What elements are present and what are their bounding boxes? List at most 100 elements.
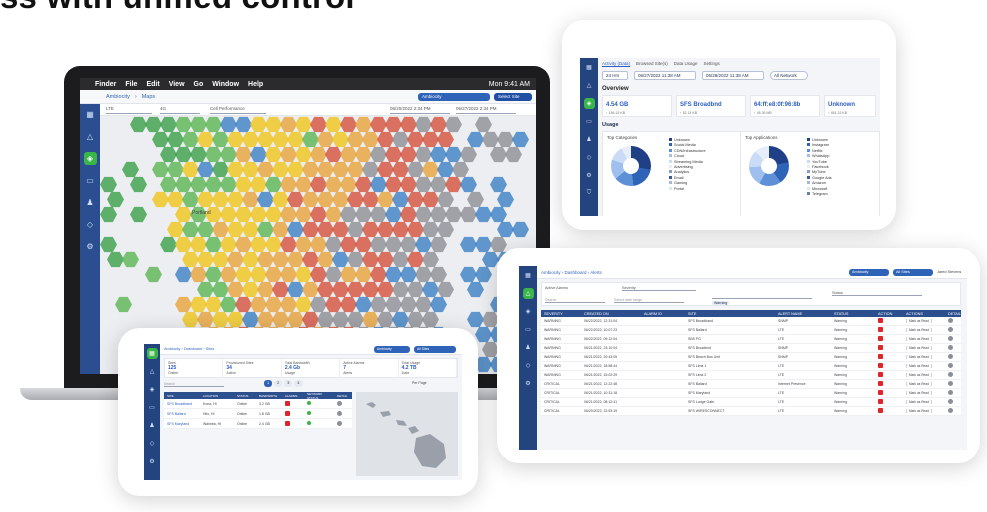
alert-flag-icon[interactable] [878, 399, 883, 404]
alert-flag-icon[interactable] [878, 390, 883, 395]
details-icon[interactable] [337, 420, 342, 426]
page-button[interactable]: 3 [284, 380, 293, 387]
mark-read-button[interactable]: Mark as Read [906, 400, 932, 404]
details-icon[interactable] [948, 345, 953, 350]
map-icon[interactable]: ◈ [83, 152, 97, 165]
breadcrumb-item[interactable]: Alerts [590, 270, 602, 275]
mark-read-button[interactable]: Mark as Read [906, 409, 932, 413]
table-row[interactable]: CRITICAL 06/21/2022, 10:31:18 SFS Maryland… [541, 389, 961, 398]
column-header[interactable]: ALERT NAME [775, 312, 831, 316]
alerts-icon[interactable]: △ [584, 80, 595, 91]
mark-read-button[interactable]: Mark as Read [906, 319, 932, 323]
column-header[interactable]: SEVERITY [541, 312, 581, 316]
table-row[interactable]: CRITICAL 06/20/2022, 22:53:19 SFS WIRESCON… [541, 407, 961, 416]
users-icon[interactable]: ♟ [523, 342, 534, 353]
table-row[interactable]: CRITICAL 06/21/2022, 12:22:48 SFS Ballard I… [541, 380, 961, 389]
table-row[interactable]: WARNING 06/21/2022, 15:02:29 SFS Lima 2 LTE… [541, 371, 961, 380]
hawaii-map[interactable] [356, 392, 458, 476]
state-filter[interactable]: Status [832, 291, 922, 296]
legend-item[interactable]: Portal [669, 186, 706, 192]
column-header[interactable]: DETAILS [945, 312, 961, 316]
alerts-icon[interactable]: △ [522, 288, 534, 299]
details-icon[interactable] [948, 408, 953, 413]
categories-donut[interactable] [611, 146, 651, 186]
site-selector[interactable]: Ambiocity [374, 346, 410, 353]
settings-icon[interactable]: ⚙ [523, 378, 534, 389]
alarm-flag-icon[interactable] [285, 420, 290, 426]
mark-read-button[interactable]: Mark as Read [906, 373, 932, 377]
menu-window[interactable]: Window [212, 81, 239, 88]
settings-icon[interactable]: ⚙ [147, 456, 158, 467]
map-icon[interactable]: ◈ [147, 384, 158, 395]
devices-icon[interactable]: ▭ [84, 174, 97, 187]
page-button[interactable]: 2 [274, 380, 283, 387]
tab-data-usage[interactable]: Data Usage [674, 61, 698, 67]
map-icon[interactable]: ◈ [523, 306, 534, 317]
tag-icon[interactable]: ◇ [584, 152, 595, 163]
details-icon[interactable] [948, 318, 953, 323]
settings-icon[interactable]: ⚙ [84, 240, 97, 253]
table-row[interactable]: SFS Maryland Waimea, HI Online 2.4 GB [164, 419, 352, 429]
band-filter[interactable]: 4G [160, 106, 200, 114]
tag-icon[interactable]: ◇ [84, 218, 97, 231]
scope-selector[interactable]: All Sites [893, 269, 933, 276]
table-row[interactable]: WARNING 06/21/2022, 23:10:04 SFS Broadbnd S… [541, 344, 961, 353]
date-from-field[interactable]: 06/20/2022 2:34 PM [390, 106, 450, 114]
end-date-field[interactable]: 06/28/2022 11:38 AM [702, 71, 764, 80]
alert-flag-icon[interactable] [878, 336, 883, 341]
metric-filter[interactable]: Cell Performance [210, 106, 266, 114]
table-row[interactable]: WARNING 06/22/2022, 12:31:04 SFS Broadband… [541, 317, 961, 326]
table-row[interactable]: SFS Broadband Kona, HI Online 3.2 GB [164, 399, 352, 409]
alert-flag-icon[interactable] [878, 327, 883, 332]
alert-flag-icon[interactable] [878, 345, 883, 350]
column-header[interactable]: ALARMS [282, 394, 304, 398]
map-icon[interactable]: ◈ [583, 98, 595, 109]
details-icon[interactable] [948, 399, 953, 404]
dashboard-icon[interactable]: ▦ [84, 108, 97, 121]
column-header[interactable]: SITE [164, 394, 200, 398]
details-icon[interactable] [948, 336, 953, 341]
column-header[interactable]: DETAIL [334, 394, 352, 398]
site-selector[interactable]: Ambiocity [418, 93, 490, 101]
menu-view[interactable]: View [169, 81, 185, 88]
table-cell[interactable]: SFS Ballard [164, 412, 200, 416]
users-icon[interactable]: ♟ [147, 420, 158, 431]
table-row[interactable]: CRITICAL 06/21/2022, 08:12:41 SFS Lodge Ga… [541, 398, 961, 407]
dashboard-icon[interactable]: ▦ [523, 270, 534, 281]
details-icon[interactable] [948, 354, 953, 359]
severity-filter[interactable]: Severity [622, 286, 696, 291]
alert-flag-icon[interactable] [878, 381, 883, 386]
details-icon[interactable] [948, 327, 953, 332]
site-selector[interactable]: Ambiocity [849, 269, 889, 276]
tab-browsed-sites[interactable]: Browsed Site(s) [636, 61, 668, 67]
alert-flag-icon[interactable] [878, 408, 883, 413]
table-row[interactable]: WARNING 06/22/2022, 09:12:04 SBS PG LTE Warn… [541, 335, 961, 344]
menu-edit[interactable]: Edit [146, 81, 159, 88]
column-header[interactable]: ALARM ID [641, 312, 685, 316]
page-button[interactable]: 4 [294, 380, 303, 387]
breadcrumb-item[interactable]: Ambiocity [106, 94, 130, 100]
alert-flag-icon[interactable] [878, 354, 883, 359]
devices-icon[interactable]: ▭ [523, 324, 534, 335]
tab-activity[interactable]: Activity (Data) [602, 61, 631, 67]
search-input[interactable]: Search [164, 382, 224, 387]
table-row[interactable]: WARNING 06/21/2022, 18:58:44 SFS Lima 1 LTE… [541, 362, 961, 371]
table-row[interactable]: WARNING 06/21/2022, 20:43:05 SFS Beach Bus… [541, 353, 961, 362]
column-header[interactable]: STATUS [831, 312, 875, 316]
menu-finder[interactable]: Finder [95, 81, 116, 88]
menu-file[interactable]: File [125, 81, 137, 88]
applications-donut[interactable] [749, 146, 789, 186]
search-input[interactable]: Search [545, 298, 605, 303]
mark-read-button[interactable]: Mark as Read [906, 346, 932, 350]
tag-icon[interactable]: ◇ [523, 360, 534, 371]
date-range-input[interactable]: Select date range [614, 298, 684, 303]
users-icon[interactable]: ♟ [84, 196, 97, 209]
status-chip[interactable]: Warning [712, 301, 730, 305]
page-button[interactable]: 1 [264, 380, 273, 387]
mark-read-button[interactable]: Mark as Read [906, 391, 932, 395]
column-header[interactable]: LOCATION [200, 394, 234, 398]
breadcrumb-item[interactable]: Sites [206, 347, 214, 351]
legend-item[interactable]: Telegram [807, 192, 832, 197]
menu-help[interactable]: Help [248, 81, 263, 88]
tab-settings[interactable]: Settings [704, 61, 720, 67]
